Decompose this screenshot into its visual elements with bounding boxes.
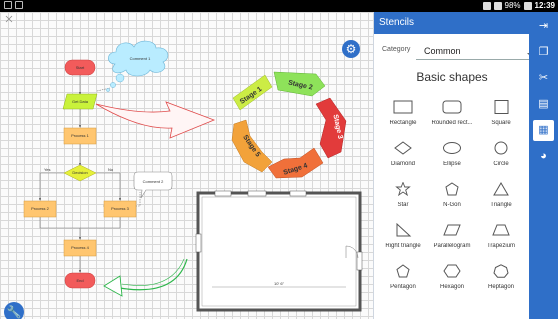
diagram: Start Get Data Process 1 Decision Yes No… (5, 15, 363, 312)
stage-3[interactable]: Stage 3 (315, 97, 347, 159)
green-curved-arrow[interactable] (103, 258, 188, 297)
stage-1[interactable]: Stage 1 (232, 74, 273, 111)
status-bar: 98% 12:39 (0, 0, 558, 12)
flow-process1-label: Process 1 (71, 133, 90, 138)
clock: 12:39 (534, 1, 555, 10)
flow-end[interactable]: End (64, 272, 96, 289)
flow-start[interactable]: Start (64, 59, 96, 76)
stage-2[interactable]: Stage 2 (273, 71, 326, 97)
flow-yes-label: Yes (44, 167, 51, 172)
flow-process3-label: Process 3 (111, 206, 130, 211)
star-shape-icon (395, 182, 411, 196)
exit-icon[interactable]: ⇥ (533, 16, 554, 37)
notification-icon (4, 1, 12, 9)
category-row: Category Common (382, 44, 533, 60)
flow-process4[interactable]: Process 4 (63, 239, 97, 257)
battery-icon (523, 1, 532, 10)
shape-pentagon[interactable]: Pentagon (378, 259, 428, 309)
flow-process4-label: Process 4 (71, 245, 90, 250)
wifi-icon (493, 1, 502, 10)
red-outline-arrow[interactable] (95, 101, 216, 139)
ngon-shape-icon (445, 182, 459, 196)
bluetooth-icon (482, 1, 491, 10)
flow-no-label: No (108, 167, 114, 172)
shape-hexagon[interactable]: Hexagon (427, 259, 477, 309)
pentagon-shape-icon (396, 264, 410, 278)
heptagon-shape-icon (493, 264, 509, 278)
battery-level: 98% (504, 1, 521, 10)
palette-icon[interactable]: ◕ (533, 146, 554, 167)
stage-4[interactable]: Stage 4 (267, 147, 324, 179)
flow-end-label: End (76, 278, 83, 283)
section-title: Basic shapes (416, 70, 488, 84)
notification-icons (4, 1, 23, 9)
flow-getdata-label: Get Data (72, 99, 89, 104)
notification-icon (15, 1, 23, 9)
drawing-canvas[interactable]: Start Get Data Process 1 Decision Yes No… (0, 12, 373, 319)
comment-bubble-label: Comment 2 (143, 179, 164, 184)
flow-start-label: Start (76, 65, 85, 70)
flow-process2[interactable]: Process 2 (23, 200, 57, 218)
plan-dimension-label: 10' 6" (274, 281, 285, 286)
floor-plan[interactable]: 10' 6" (195, 190, 363, 312)
category-label: Category (382, 46, 411, 53)
shape-heptagon[interactable]: Heptagon (476, 259, 526, 309)
flow-decision-label: Decision (72, 170, 87, 175)
flow-decision[interactable]: Decision (63, 164, 97, 182)
trapezium-shape-icon (492, 224, 510, 236)
hexagon-shape-icon (443, 264, 461, 278)
wrench-fab-icon[interactable]: 🔧 (4, 302, 24, 319)
stencils-icon[interactable]: ▦ (533, 120, 554, 141)
diamond-shape-icon (394, 141, 412, 155)
flow-process2-label: Process 2 (31, 206, 50, 211)
stencils-title: Stencils (374, 12, 529, 34)
comment-cloud[interactable]: Comment 1 (106, 40, 169, 92)
tools-icon[interactable]: ✂ (533, 68, 554, 89)
settings-gear-icon[interactable]: ⚙ (342, 40, 360, 58)
rounded-rectangle-shape-icon (442, 100, 462, 114)
ellipse-shape-icon (443, 142, 461, 154)
comment-cloud-label: Comment 1 (130, 56, 151, 61)
copy-icon[interactable]: ❐ (533, 42, 554, 63)
flow-process1[interactable]: Process 1 (63, 127, 97, 145)
document-icon[interactable]: ▤ (533, 94, 554, 115)
stencils-panel: Stencils Category Common Basic shapes Re… (373, 12, 533, 319)
parallelogram-shape-icon (443, 224, 461, 236)
rectangle-shape-icon (393, 100, 413, 114)
category-value: Common (424, 46, 461, 56)
triangle-shape-icon (493, 182, 509, 196)
circle-shape-icon (494, 141, 508, 155)
stage-cycle[interactable]: Stage 1 Stage 2 Stage 3 Stage 4 Stage 5 (231, 71, 347, 179)
category-dropdown[interactable]: Common (416, 44, 533, 60)
corner-handle-icon (5, 15, 13, 23)
flow-process3[interactable]: Process 3 (103, 200, 137, 218)
flow-getdata[interactable]: Get Data (62, 93, 98, 110)
stage-5[interactable]: Stage 5 (231, 119, 273, 173)
right-toolbar: ⇥ ❐ ✂ ▤ ▦ ◕ (529, 12, 558, 319)
square-shape-icon (494, 100, 509, 114)
right-triangle-shape-icon (396, 223, 412, 237)
